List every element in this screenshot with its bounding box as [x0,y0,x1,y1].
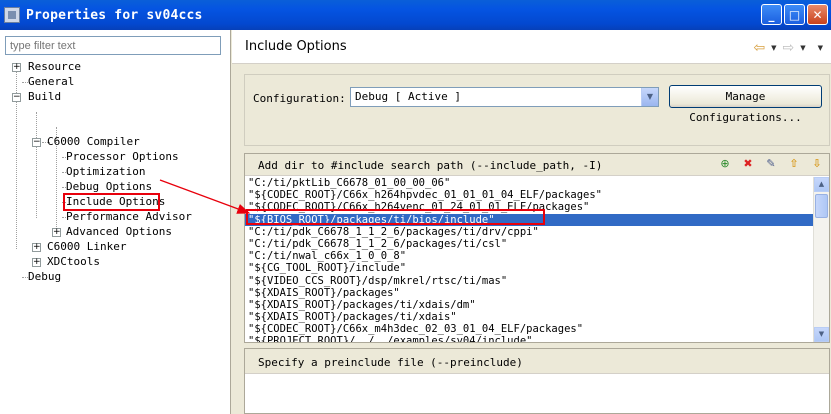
configuration-select[interactable]: Debug [ Active ] ▼ [350,87,659,107]
move-up-icon[interactable]: ⇧ [786,156,802,172]
tree-item-optimization[interactable]: Optimization [66,164,145,179]
expand-linker-icon[interactable]: + [32,243,41,252]
include-path-item[interactable]: "${CODEC_ROOT}/C66x_m4h3dec_02_03_01_04_… [245,323,813,335]
window-title: Properties for sv04ccs [26,7,203,23]
tree-item-debug[interactable]: Debug [28,269,61,284]
include-path-item[interactable]: "${CODEC_ROOT}/C66x_h264hpvdec_01_01_01_… [245,189,813,201]
manage-configurations-button[interactable]: Manage Configurations... [669,85,822,124]
filter-input[interactable] [5,36,221,55]
include-path-list[interactable]: "C:/ti/pktLib_C6678_01_00_00_06" "${CODEC… [245,177,813,342]
page-title: Include Options [245,39,347,54]
tree-item-xdctools[interactable]: XDCtools [47,254,100,269]
include-path-title: Add dir to #include search path (--inclu… [258,159,603,172]
close-button[interactable]: ✕ [807,4,828,25]
preinclude-panel: Specify a preinclude file (--preinclude) [244,348,830,414]
include-path-item[interactable]: "C:/ti/nwal_c66x_1_0_0_8" [245,250,813,262]
include-path-panel: Add dir to #include search path (--inclu… [244,153,830,343]
include-path-item[interactable]: "${CG_TOOL_ROOT}/include" [245,262,813,274]
tree-item-performance-advisor[interactable]: Performance Advisor [66,209,192,224]
preinclude-header: Specify a preinclude file (--preinclude) [245,349,829,374]
tree-item-advanced-options[interactable]: Advanced Options [66,224,172,239]
properties-icon [4,7,20,23]
minimize-button[interactable]: _ [761,4,782,25]
include-list-scrollbar[interactable]: ▲ ▼ [813,177,829,342]
configuration-label: Configuration: [253,92,346,105]
include-path-item[interactable]: "C:/ti/pdk_C6678_1_1_2_6/packages/ti/drv… [245,226,813,238]
scroll-down-icon[interactable]: ▼ [814,327,829,342]
tree-item-resource[interactable]: Resource [28,59,81,74]
edit-path-icon[interactable]: ✎ [763,156,779,172]
maximize-button[interactable]: □ [784,4,805,25]
scroll-thumb[interactable] [815,194,828,218]
configuration-value: Debug [ Active ] [355,90,461,103]
title-bar: Properties for sv04ccs _ □ ✕ [0,0,831,30]
chevron-down-icon[interactable]: ▼ [641,88,658,106]
include-path-item[interactable]: "C:/ti/pktLib_C6678_01_00_00_06" [245,177,813,189]
tree-item-processor-options[interactable]: Processor Options [66,149,179,164]
include-path-item[interactable]: "${XDAIS_ROOT}/packages/ti/xdais/dm" [245,299,813,311]
include-path-item[interactable]: "${XDAIS_ROOT}/packages/ti/xdais" [245,311,813,323]
collapse-compiler-icon[interactable]: − [32,138,41,147]
forward-arrow-icon[interactable]: ⇨ [782,40,794,56]
tree-item-c6000-linker[interactable]: C6000 Linker [47,239,126,254]
expand-advanced-icon[interactable]: + [52,228,61,237]
delete-path-icon[interactable]: ✖ [740,156,756,172]
scroll-up-icon[interactable]: ▲ [814,177,829,192]
page-header: Include Options ⇦ ▼ ⇨ ▼ ▼ [232,30,831,64]
include-path-header: Add dir to #include search path (--inclu… [245,154,829,176]
forward-menu-chevron-down-icon[interactable]: ▼ [800,44,805,52]
move-down-icon[interactable]: ⇩ [809,156,825,172]
expand-resource-icon[interactable]: + [12,63,21,72]
tree-item-build[interactable]: Build [28,89,61,104]
collapse-build-icon[interactable]: − [12,93,21,102]
include-path-item[interactable]: "${XDAIS_ROOT}/packages" [245,287,813,299]
preinclude-title: Specify a preinclude file (--preinclude) [258,356,523,369]
tree-item-debug-options[interactable]: Debug Options [66,179,152,194]
property-navigation-pane: + Resource General − Build − C6000 Compi… [0,30,231,414]
selected-path-highlight [246,209,545,225]
tree-item-general[interactable]: General [28,74,74,89]
include-path-item[interactable]: "C:/ti/pdk_C6678_1_1_2_6/packages/ti/csl… [245,238,813,250]
back-arrow-icon[interactable]: ⇦ [753,40,765,56]
tree-item-c6000-compiler[interactable]: C6000 Compiler [47,134,140,149]
include-path-item[interactable]: "${VIDEO_CCS_ROOT}/dsp/mkrel/rtsc/ti/mas… [245,275,813,287]
add-path-icon[interactable]: ⊕ [717,156,733,172]
expand-xdctools-icon[interactable]: + [32,258,41,267]
configuration-group: Configuration: Debug [ Active ] ▼ Manage… [244,74,830,146]
back-menu-chevron-down-icon[interactable]: ▼ [771,44,776,52]
view-menu-chevron-down-icon[interactable]: ▼ [818,44,823,52]
include-path-item[interactable]: "${PROJECT_ROOT}/../../examples/sv04/inc… [245,335,813,342]
